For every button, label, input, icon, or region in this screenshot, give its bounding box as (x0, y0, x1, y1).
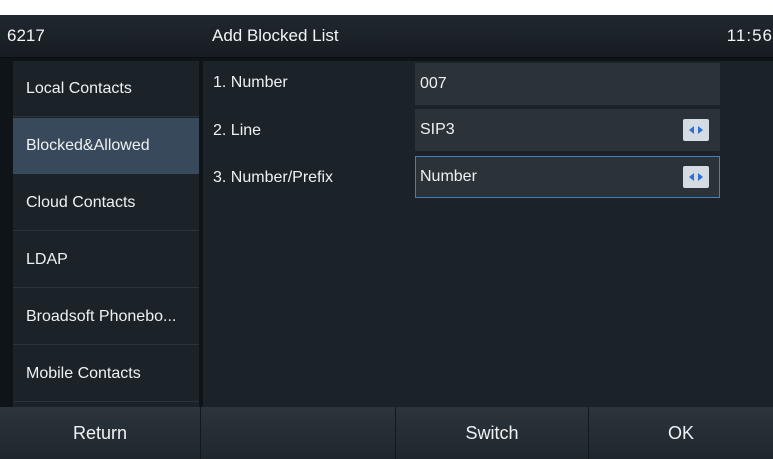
sidebar: Local Contacts Blocked&Allowed Cloud Con… (13, 61, 199, 407)
sidebar-item-mobile-contacts[interactable]: Mobile Contacts (13, 346, 199, 402)
return-button[interactable]: Return (0, 407, 201, 459)
line-value: SIP3 (420, 121, 455, 138)
switch-button[interactable]: Switch (396, 407, 589, 459)
number-prefix-value: Number (420, 168, 477, 185)
number-input[interactable]: 007 (415, 63, 720, 105)
line-select[interactable]: SIP3 (415, 109, 720, 151)
extension-number: 6217 (7, 26, 45, 45)
status-bar: 6217 Add Blocked List 11:56 (0, 15, 773, 58)
left-right-arrows-icon[interactable] (683, 119, 709, 141)
empty-softkey[interactable] (201, 407, 396, 459)
clock: 11:56 (726, 26, 773, 45)
softkey-bar: Return Switch OK (0, 407, 773, 459)
number-prefix-select[interactable]: Number (415, 156, 720, 198)
line-label: 2. Line (213, 122, 262, 139)
number-label: 1. Number (213, 74, 288, 91)
number-prefix-label: 3. Number/Prefix (213, 169, 334, 186)
ok-button[interactable]: OK (589, 407, 773, 459)
page-title: Add Blocked List (212, 26, 339, 45)
sidebar-item-ldap[interactable]: LDAP (13, 232, 199, 288)
sidebar-item-local-contacts[interactable]: Local Contacts (13, 61, 199, 117)
left-right-arrows-icon[interactable] (683, 166, 709, 188)
form-panel: 1. Number 007 2. Line SIP3 3. Number/Pre… (203, 61, 773, 407)
sidebar-item-broadsoft-phonebook[interactable]: Broadsoft Phonebo... (13, 289, 199, 345)
phone-screen: 6217 Add Blocked List 11:56 Local Contac… (0, 15, 773, 459)
sidebar-item-blocked-allowed[interactable]: Blocked&Allowed (13, 118, 199, 174)
sidebar-item-cloud-contacts[interactable]: Cloud Contacts (13, 175, 199, 231)
